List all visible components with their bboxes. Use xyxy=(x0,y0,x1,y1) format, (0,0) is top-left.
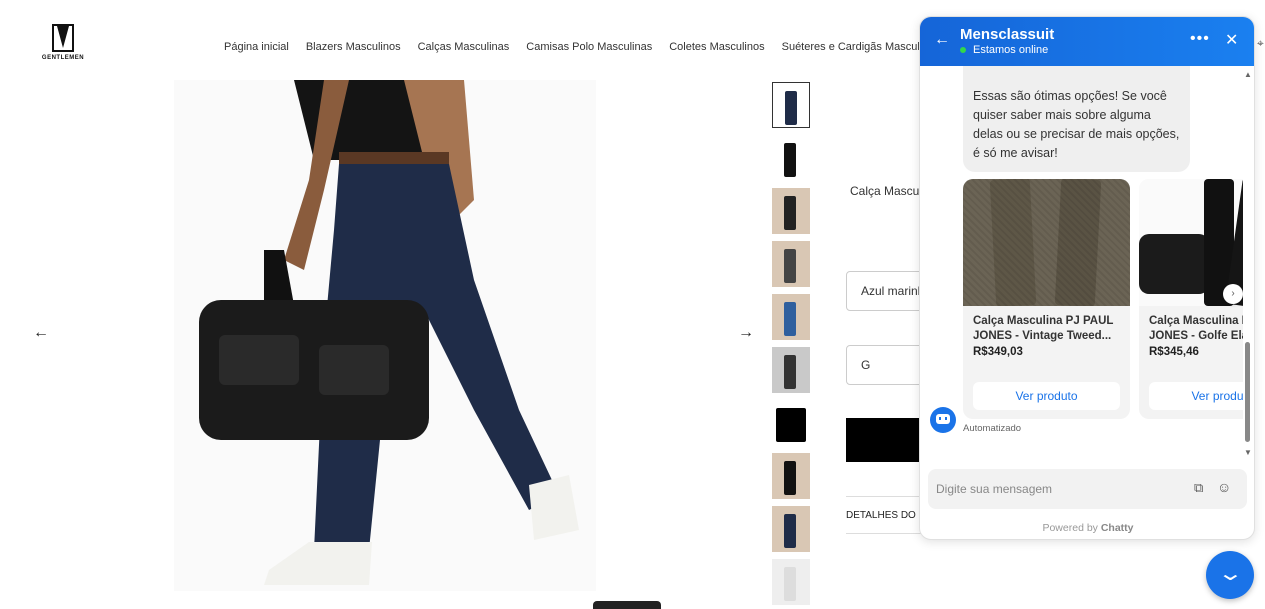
thumbnail-item[interactable] xyxy=(772,347,810,393)
powered-by: Powered by Chatty xyxy=(920,522,1254,534)
chat-widget: ← Mensclassuit Estamos online ••• ✕ Essa… xyxy=(919,16,1255,540)
thumbnail-item[interactable] xyxy=(772,294,810,340)
product-card-image[interactable] xyxy=(963,179,1130,306)
nav-item-sueteres[interactable]: Suéteres e Cardigãs Masculinos xyxy=(782,41,940,53)
close-icon[interactable]: ✕ xyxy=(1225,30,1238,50)
logo-mark-icon xyxy=(52,24,74,52)
logo-brand-text: GENTLEMEN xyxy=(41,55,85,61)
chat-agent-name: Mensclassuit xyxy=(960,26,1055,43)
thumbnail-item[interactable] xyxy=(772,400,810,446)
thumbnail-item[interactable] xyxy=(772,135,810,181)
gallery-next-arrow-icon[interactable]: → xyxy=(738,324,754,342)
thumbnail-item[interactable] xyxy=(772,559,810,605)
message-input[interactable] xyxy=(936,479,1176,499)
more-options-icon[interactable]: ••• xyxy=(1190,30,1210,48)
nav-item-camisas-polo[interactable]: Camisas Polo Masculinas xyxy=(526,41,652,53)
thumbnail-item[interactable] xyxy=(772,188,810,234)
back-arrow-icon[interactable]: ← xyxy=(934,31,950,49)
thumbnail-item[interactable] xyxy=(772,241,810,287)
scroll-up-icon[interactable]: ▲ xyxy=(1244,70,1252,79)
bot-message: Essas são ótimas opções! Se você quiser … xyxy=(963,66,1190,172)
attach-image-icon[interactable]: ⧉ xyxy=(1194,480,1203,496)
view-product-button[interactable]: Ver produto xyxy=(1149,382,1243,410)
nav-item-pagina-inicial[interactable]: Página inicial xyxy=(224,41,289,53)
chat-toggle-chevron-icon[interactable]: ⌄ xyxy=(1206,551,1254,599)
gallery-prev-arrow-icon[interactable]: ← xyxy=(33,324,49,342)
nav-item-calcas[interactable]: Calças Masculinas xyxy=(418,41,510,53)
thumbnail-item[interactable] xyxy=(772,453,810,499)
mouse-cursor-icon: ⌖ xyxy=(1257,36,1264,50)
thumbnail-item[interactable] xyxy=(772,82,810,128)
site-logo[interactable]: GENTLEMEN xyxy=(38,24,88,70)
product-card: Calça Masculina PJ PAUL JONES - Vintage … xyxy=(963,179,1130,419)
product-card-title: Calça Masculina PJ PAUL JONES - Golfe El… xyxy=(1149,315,1243,342)
thumbnail-list xyxy=(772,82,812,609)
product-page: GENTLEMEN Página inicial Blazers Masculi… xyxy=(0,0,1265,609)
chat-scrollbar[interactable]: ▲ ▼ xyxy=(1244,70,1252,458)
chat-status: Estamos online xyxy=(960,44,1048,56)
bottom-handle[interactable] xyxy=(593,601,661,609)
emoji-icon[interactable]: ☺ xyxy=(1217,479,1231,495)
product-card-title: Calça Masculina PJ PAUL JONES - Vintage … xyxy=(973,315,1114,342)
nav-item-blazers[interactable]: Blazers Masculinos xyxy=(306,41,401,53)
scroll-down-icon[interactable]: ▼ xyxy=(1244,448,1252,457)
bot-avatar-icon xyxy=(930,407,956,433)
powered-by-brand[interactable]: Chatty xyxy=(1101,522,1134,534)
nav-item-coletes[interactable]: Coletes Masculinos xyxy=(669,41,764,53)
main-nav: Página inicial Blazers Masculinos Calças… xyxy=(224,41,982,53)
product-card-price: R$349,03 xyxy=(973,346,1023,358)
carousel-next-icon[interactable]: › xyxy=(1223,284,1243,304)
view-product-button[interactable]: Ver produto xyxy=(973,382,1120,410)
powered-by-prefix: Powered by xyxy=(1042,522,1098,534)
product-main-image[interactable] xyxy=(174,80,596,591)
chat-header: ← Mensclassuit Estamos online ••• ✕ xyxy=(920,17,1254,66)
thumbnail-item[interactable] xyxy=(772,506,810,552)
product-card-price: R$345,46 xyxy=(1149,346,1199,358)
scroll-thumb[interactable] xyxy=(1245,342,1250,442)
message-input-area: ⧉ ☺ xyxy=(928,469,1247,509)
online-dot-icon xyxy=(960,47,966,53)
product-title: Calça Mascu xyxy=(850,184,920,198)
chat-status-text: Estamos online xyxy=(973,44,1049,56)
product-carousel: Calça Masculina PJ PAUL JONES - Vintage … xyxy=(963,179,1243,419)
automated-label: Automatizado xyxy=(963,423,1022,434)
